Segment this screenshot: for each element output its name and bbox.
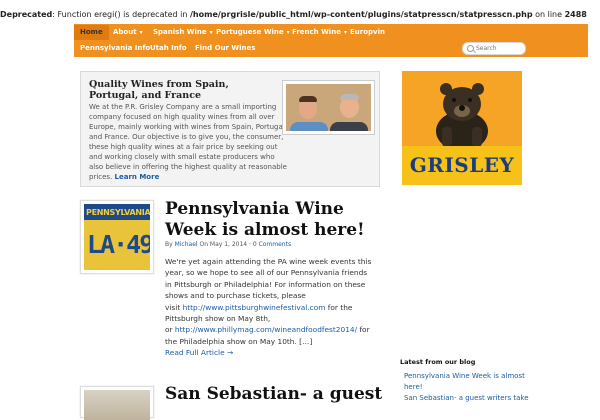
intro-box: Quality Wines from Spain, Portugal, and … <box>80 71 380 187</box>
chevron-down-icon: ▾ <box>139 29 143 36</box>
blog-link[interactable]: San Sebastian- a guest writers take <box>404 393 529 404</box>
intro-body: We at the P.R. Grisley Company are a sma… <box>89 103 287 181</box>
post-visit-text: visit <box>165 302 183 312</box>
blog-link[interactable]: Pennsylvania Wine Week is almost here! <box>404 371 529 392</box>
nav-item-label: Home <box>80 28 103 36</box>
blog-heading: Latest from our blog <box>400 358 476 366</box>
pittsburgh-festival-link[interactable]: http://www.pittsburghwinefestival.com <box>183 303 326 312</box>
nav-item-home[interactable]: Home <box>74 25 109 40</box>
notice-on-line: on line <box>532 10 565 19</box>
search-box <box>462 42 526 55</box>
nav-item-find-our-wines[interactable]: Find Our Wines <box>189 41 261 56</box>
philly-festival-link[interactable]: http://www.phillymag.com/wineandfoodfest… <box>175 325 357 334</box>
nav-item-label: Spanish Wine <box>153 28 207 36</box>
nav-item-about[interactable]: About ▾ <box>107 25 149 40</box>
notice-label: Deprecated <box>0 10 53 19</box>
notice-path: /home/prgrisle/public_html/wp-content/pl… <box>190 10 533 19</box>
post-meta: By Michael On May 1, 2014 · 0 Comments <box>165 241 291 248</box>
nav-item-europvin[interactable]: Europvin <box>344 25 391 40</box>
learn-more-link[interactable]: Learn More <box>115 173 160 181</box>
intro-text: We at the P.R. Grisley Company are a sma… <box>89 102 289 182</box>
nav-item-label: Portuguese Wine <box>216 28 284 36</box>
plate-number-text: LA·49 <box>87 230 150 259</box>
post-title[interactable]: San Sebastian- a guest <box>165 384 395 405</box>
notice-line-number: 2488 <box>564 10 587 19</box>
read-more-link[interactable]: Read Full Article → <box>165 348 233 357</box>
nav-item-utah-info[interactable]: Utah Info <box>144 41 193 56</box>
nav-item-portuguese-wine[interactable]: Portuguese Wine ▾ <box>210 25 296 40</box>
post-paragraph: or http://www.phillymag.com/wineandfoodf… <box>165 324 375 347</box>
php-deprecated-notice: Deprecated: Function eregi() is deprecat… <box>0 10 587 19</box>
notice-message: : Function eregi() is deprecated in <box>52 10 190 19</box>
nav-item-label: Utah Info <box>150 44 187 52</box>
search-icon <box>467 45 474 52</box>
grisley-logo[interactable]: GRISLEY <box>402 71 522 185</box>
nav-item-spanish-wine[interactable]: Spanish Wine ▾ <box>147 25 219 40</box>
nav-item-label: Find Our Wines <box>195 44 256 52</box>
post-thumbnail[interactable]: PENNSYLVANIA LA·49 <box>80 200 154 274</box>
nav-item-label: Pennsylvania Info <box>80 44 151 52</box>
owners-photo <box>282 80 375 135</box>
bear-icon <box>436 83 488 151</box>
post-paragraph: visit http://www.pittsburghwinefestival.… <box>165 302 375 325</box>
nav-item-label: Europvin <box>350 28 385 36</box>
logo-text: GRISLEY <box>409 153 515 177</box>
nav-item-label: About <box>113 28 137 36</box>
post-or-text: or <box>165 325 175 335</box>
post-title[interactable]: Pennsylvania Wine Week is almost here! <box>165 199 385 241</box>
author-link[interactable]: Michael <box>175 241 198 248</box>
nav-item-label: French Wine <box>292 28 341 36</box>
comments-link[interactable]: 0 Comments <box>253 241 291 248</box>
nav-item-french-wine[interactable]: French Wine ▾ <box>286 25 353 40</box>
intro-title: Quality Wines from Spain, Portugal, and … <box>89 79 229 101</box>
meta-date: On May 1, 2014 · <box>197 241 253 248</box>
post-thumbnail[interactable] <box>80 386 154 420</box>
search-input[interactable] <box>476 43 522 54</box>
meta-by: By <box>165 241 175 248</box>
post-excerpt: We're yet again attending the PA wine we… <box>165 256 375 347</box>
post-paragraph: We're yet again attending the PA wine we… <box>165 257 372 301</box>
plate-state-text: PENNSYLVANIA <box>86 208 150 217</box>
